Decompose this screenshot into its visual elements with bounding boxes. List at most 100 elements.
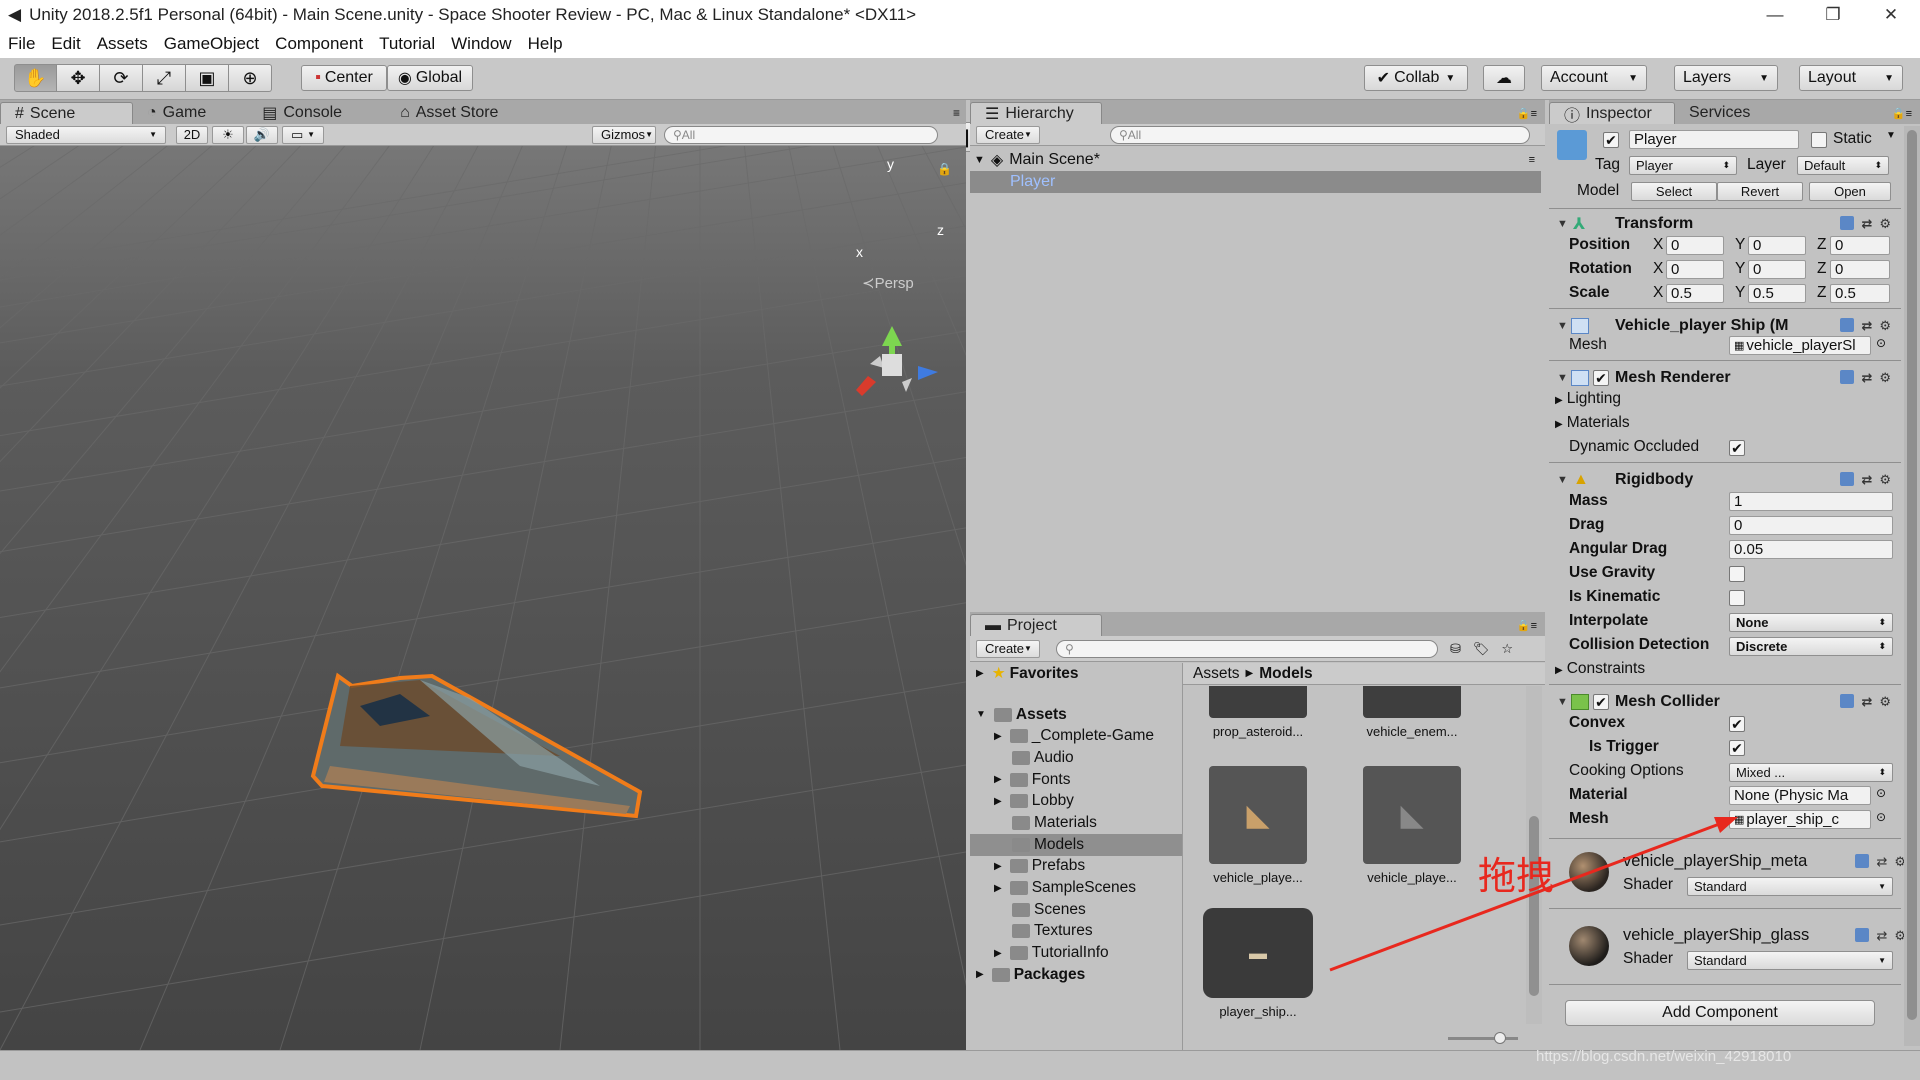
- tab-project[interactable]: ▬ Project: [970, 614, 1102, 636]
- breadcrumb-models[interactable]: Models: [1259, 665, 1312, 683]
- menu-window[interactable]: Window: [443, 34, 519, 54]
- mesh-object-field[interactable]: ▦ vehicle_playerSl: [1729, 336, 1871, 355]
- drag-field[interactable]: 0: [1729, 516, 1893, 535]
- shading-mode-dropdown[interactable]: Shaded ▼: [6, 125, 166, 144]
- cloud-button[interactable]: ☁: [1483, 65, 1525, 91]
- component-header-icons[interactable]: ⇄ ⚙: [1840, 370, 1891, 386]
- tree-folder-selected[interactable]: Models: [970, 833, 1182, 856]
- transform-header[interactable]: ▼ ⅄ Transform ⇄ ⚙: [1549, 212, 1905, 236]
- scrollbar-thumb[interactable]: [1529, 816, 1539, 996]
- asset-vehicle-player-1[interactable]: ◣ vehicle_playe...: [1203, 766, 1313, 885]
- pivot-global-button[interactable]: ◉ Global: [387, 65, 473, 91]
- tab-game[interactable]: ◔ Game: [133, 102, 220, 124]
- component-header-icons[interactable]: ⇄ ⚙: [1840, 216, 1891, 232]
- project-create-dropdown[interactable]: Create ▼: [976, 639, 1040, 658]
- breadcrumb-assets[interactable]: Assets: [1193, 665, 1240, 683]
- gear-icon[interactable]: ⚙: [1879, 370, 1891, 386]
- thumbnail-size-slider[interactable]: [1448, 1032, 1518, 1044]
- interpolate-dropdown[interactable]: None ⬍: [1729, 613, 1893, 632]
- menu-tutorial[interactable]: Tutorial: [371, 34, 443, 54]
- object-picker-icon[interactable]: ⊙: [1876, 336, 1886, 350]
- menu-help[interactable]: Help: [520, 34, 571, 54]
- hand-tool-icon[interactable]: ✋: [14, 64, 57, 92]
- rigidbody-header[interactable]: ▼ ▲ Rigidbody ⇄ ⚙: [1549, 468, 1905, 492]
- scene-view[interactable]: y x z ≺Persp 🔒: [0, 146, 966, 1050]
- layer-dropdown[interactable]: Default ⬍: [1797, 156, 1889, 175]
- tree-favorites[interactable]: ▶ ★ Favorites: [970, 663, 1182, 685]
- help-book-icon[interactable]: [1840, 472, 1855, 486]
- 2d-toggle[interactable]: 2D: [176, 125, 208, 144]
- gizmos-dropdown[interactable]: Gizmos ▼: [592, 125, 656, 144]
- rotation-y-field[interactable]: 0: [1748, 260, 1806, 279]
- scene-menu-icon[interactable]: ≡: [1529, 154, 1535, 166]
- help-book-icon[interactable]: [1840, 370, 1855, 384]
- help-book-icon[interactable]: [1840, 216, 1855, 230]
- mass-field[interactable]: 1: [1729, 492, 1893, 511]
- position-y-field[interactable]: 0: [1748, 236, 1806, 255]
- rotate-tool-icon[interactable]: ⟳: [100, 64, 143, 92]
- scale-tool-icon[interactable]: ⤢: [143, 64, 186, 92]
- tree-folder[interactable]: Scenes: [970, 899, 1182, 921]
- shader-dropdown[interactable]: Standard ▼: [1687, 877, 1893, 896]
- active-checkbox[interactable]: ✔: [1603, 132, 1619, 148]
- preset-icon[interactable]: ⇄: [1861, 370, 1872, 386]
- static-checkbox[interactable]: [1811, 132, 1827, 148]
- object-name-field[interactable]: Player: [1629, 130, 1799, 149]
- tree-packages[interactable]: ▶ Packages: [970, 964, 1182, 986]
- lock-icon[interactable]: 🔒≡: [1517, 107, 1537, 120]
- gear-icon[interactable]: ⚙: [1879, 694, 1891, 710]
- tab-hierarchy[interactable]: ☰ Hierarchy: [970, 102, 1102, 124]
- slider-handle[interactable]: [1494, 1032, 1506, 1044]
- hierarchy-create-dropdown[interactable]: Create ▼: [976, 125, 1040, 144]
- component-header-icons[interactable]: ⇄ ⚙: [1855, 854, 1906, 870]
- component-header-icons[interactable]: ⇄ ⚙: [1840, 472, 1891, 488]
- chevron-down-icon[interactable]: ▼: [1886, 130, 1896, 141]
- tab-inspector[interactable]: ⓘ Inspector: [1549, 102, 1675, 125]
- lock-icon[interactable]: 🔒≡: [1517, 619, 1537, 632]
- panel-menu-icon[interactable]: ≡: [953, 106, 960, 120]
- filter-label-icon[interactable]: 🏷: [1473, 641, 1490, 657]
- tree-folder[interactable]: Textures: [970, 921, 1182, 943]
- convex-checkbox[interactable]: ✔: [1729, 716, 1745, 732]
- pivot-center-button[interactable]: ▪ Center: [301, 65, 387, 91]
- scene-search-input[interactable]: ⚲ All: [664, 125, 938, 144]
- tree-assets[interactable]: ▼ Assets: [970, 704, 1182, 726]
- filter-type-icon[interactable]: ⛁: [1450, 641, 1461, 657]
- constraints-foldout[interactable]: ▶ Constraints: [1555, 660, 1645, 678]
- scale-z-field[interactable]: 0.5: [1830, 284, 1890, 303]
- tab-console[interactable]: ▤ Console: [248, 102, 356, 124]
- collision-detection-dropdown[interactable]: Discrete ⬍: [1729, 637, 1893, 656]
- tree-folder[interactable]: ▶ Prefabs: [970, 856, 1182, 878]
- tree-folder[interactable]: ▶ SampleScenes: [970, 877, 1182, 899]
- tree-folder[interactable]: ▶ Fonts: [970, 769, 1182, 791]
- object-picker-icon[interactable]: ⊙: [1876, 786, 1886, 800]
- preset-icon[interactable]: ⇄: [1861, 472, 1872, 488]
- shader-dropdown[interactable]: Standard ▼: [1687, 951, 1893, 970]
- physic-material-field[interactable]: None (Physic Ma: [1729, 786, 1871, 805]
- lock-icon[interactable]: 🔒: [937, 162, 952, 176]
- preset-icon[interactable]: ⇄: [1876, 854, 1887, 870]
- asset-prop-asteroid[interactable]: prop_asteroid...: [1203, 686, 1313, 739]
- tree-folder[interactable]: ▶ Lobby: [970, 790, 1182, 812]
- lighting-toggle-icon[interactable]: ☀: [212, 125, 244, 144]
- object-picker-icon[interactable]: ⊙: [1876, 810, 1886, 824]
- help-book-icon[interactable]: [1855, 928, 1870, 942]
- effects-dropdown-icon[interactable]: ▭ ▼: [282, 125, 324, 144]
- collab-dropdown[interactable]: ✔ Collab ▼: [1364, 65, 1468, 91]
- asset-vehicle-enemy[interactable]: vehicle_enem...: [1357, 686, 1467, 739]
- is-trigger-checkbox[interactable]: ✔: [1729, 740, 1745, 756]
- materials-foldout[interactable]: ▶ Materials: [1555, 414, 1630, 432]
- mesh-renderer-header[interactable]: ▼ ✔ Mesh Renderer ⇄ ⚙: [1549, 366, 1905, 390]
- account-dropdown[interactable]: Account ▼: [1541, 65, 1647, 91]
- scrollbar-thumb[interactable]: [1907, 130, 1917, 1020]
- is-kinematic-checkbox[interactable]: [1729, 590, 1745, 606]
- tag-dropdown[interactable]: Player ⬍: [1629, 156, 1737, 175]
- model-select-button[interactable]: Select: [1631, 182, 1717, 201]
- tree-folder[interactable]: Audio: [970, 747, 1182, 769]
- preset-icon[interactable]: ⇄: [1861, 694, 1872, 710]
- preset-icon[interactable]: ⇄: [1861, 318, 1872, 334]
- layers-dropdown[interactable]: Layers ▼: [1674, 65, 1778, 91]
- tree-folder[interactable]: ▶ TutorialInfo: [970, 942, 1182, 964]
- hierarchy-search-input[interactable]: ⚲ All: [1110, 125, 1530, 144]
- lighting-foldout[interactable]: ▶ Lighting: [1555, 390, 1621, 408]
